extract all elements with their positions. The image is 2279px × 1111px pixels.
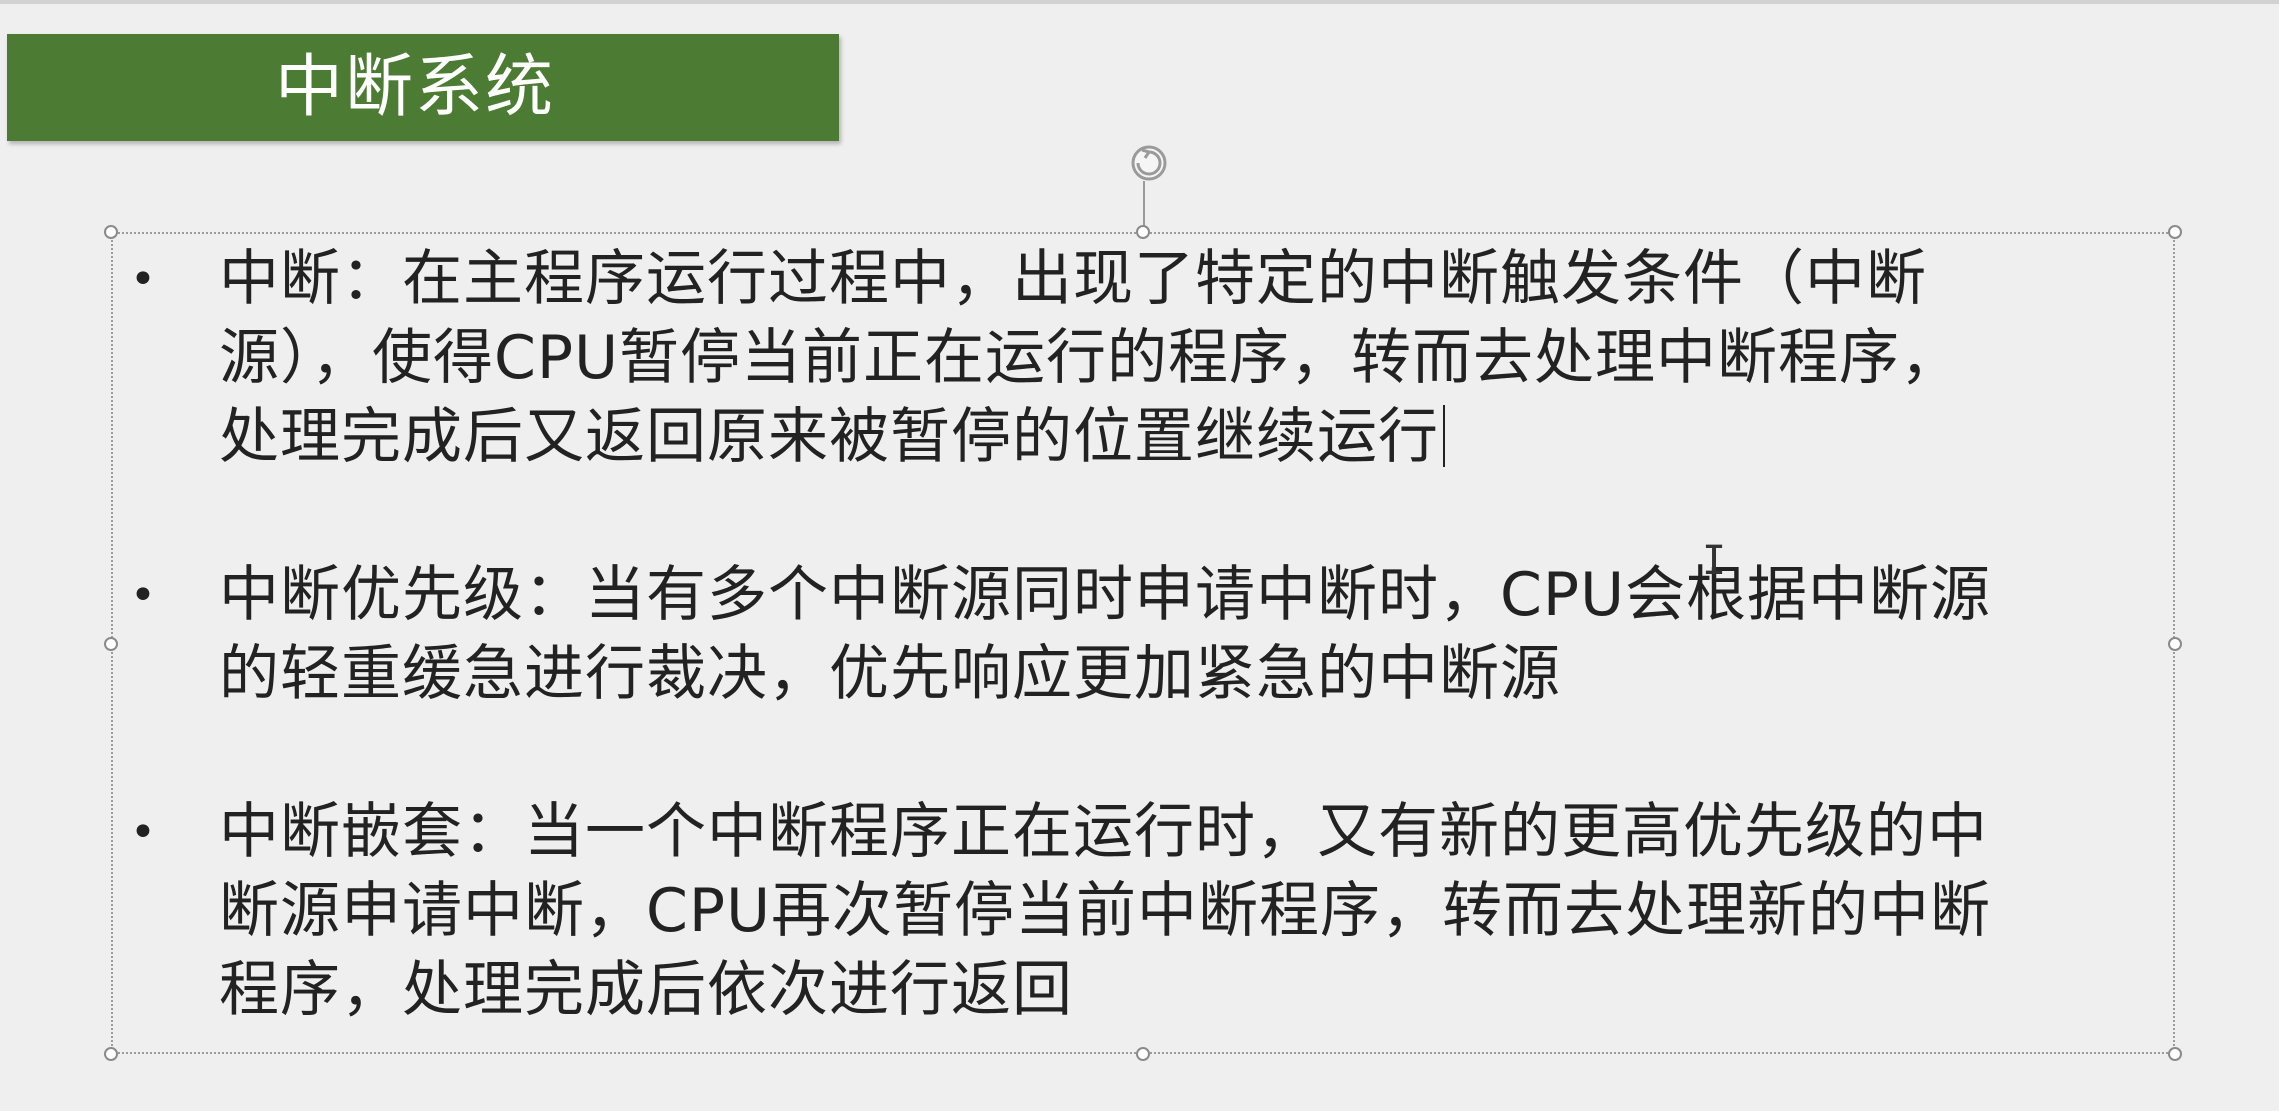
bullet-line: 处理完成后又返回原来被暂停的位置继续运行 (219, 402, 1439, 472)
bullet-line: 中断优先级：当有多个中断源同时申请中断时，CPU会根据中断源 (219, 560, 1991, 630)
resize-handle-bottom-left[interactable] (104, 1047, 118, 1061)
resize-handle-middle-left[interactable] (104, 637, 118, 651)
bullet-line: 源），使得CPU暂停当前正在运行的程序，转而去处理中断程序， (219, 323, 1961, 393)
bullet-line: 中断：在主程序运行过程中，出现了特定的中断触发条件（中断 (219, 244, 1927, 314)
bullet-line: 程序，处理完成后依次进行返回 (219, 955, 1073, 1025)
textbox-content[interactable]: • 中断：在主程序运行过程中，出现了特定的中断触发条件（中断 源），使得CPU暂… (130, 240, 2170, 1030)
bullet-marker: • (130, 570, 157, 621)
resize-handle-top-middle[interactable] (1136, 225, 1150, 239)
rotate-handle-stem (1143, 181, 1145, 231)
slide-canvas: 中断系统 • 中断：在主程序运行过程中，出现了特定的中断触发条件（中断 源），使… (0, 0, 2279, 1111)
resize-handle-top-left[interactable] (104, 225, 118, 239)
text-caret (1443, 405, 1445, 467)
bullet-line: 断源申请中断，CPU再次暂停当前中断程序，转而去处理新的中断 (219, 876, 1991, 946)
bullet-line-with-caret: 处理完成后又返回原来被暂停的位置继续运行 (219, 398, 2170, 477)
resize-handle-bottom-middle[interactable] (1136, 1047, 1150, 1061)
rotate-handle-icon[interactable] (1124, 138, 1174, 188)
bullet-marker: • (130, 254, 157, 305)
slide-top-edge (0, 0, 2279, 4)
bullet-line: 中断嵌套：当一个中断程序正在运行时，又有新的更高优先级的中 (219, 797, 1988, 867)
resize-handle-middle-right[interactable] (2168, 637, 2182, 651)
i-beam-cursor-icon: I (1702, 538, 1727, 584)
bullet-item-priority: • 中断优先级：当有多个中断源同时申请中断时，CPU会根据中断源 的轻重缓急进行… (130, 556, 2170, 714)
bullet-marker: • (130, 807, 157, 858)
resize-handle-bottom-right[interactable] (2168, 1047, 2182, 1061)
resize-handle-top-right[interactable] (2168, 225, 2182, 239)
bullet-item-nesting: • 中断嵌套：当一个中断程序正在运行时，又有新的更高优先级的中 断源申请中断，C… (130, 793, 2170, 1030)
bullet-text: 中断优先级：当有多个中断源同时申请中断时，CPU会根据中断源 的轻重缓急进行裁决… (219, 556, 2170, 714)
bullet-text: 中断嵌套：当一个中断程序正在运行时，又有新的更高优先级的中 断源申请中断，CPU… (219, 793, 2170, 1030)
title-banner[interactable]: 中断系统 (7, 34, 839, 141)
bullet-line: 的轻重缓急进行裁决，优先响应更加紧急的中断源 (219, 639, 1561, 709)
bullet-text: 中断：在主程序运行过程中，出现了特定的中断触发条件（中断 源），使得CPU暂停当… (219, 240, 2170, 477)
bullet-item-interrupt: • 中断：在主程序运行过程中，出现了特定的中断触发条件（中断 源），使得CPU暂… (130, 240, 2170, 477)
slide-title[interactable]: 中断系统 (275, 34, 555, 141)
